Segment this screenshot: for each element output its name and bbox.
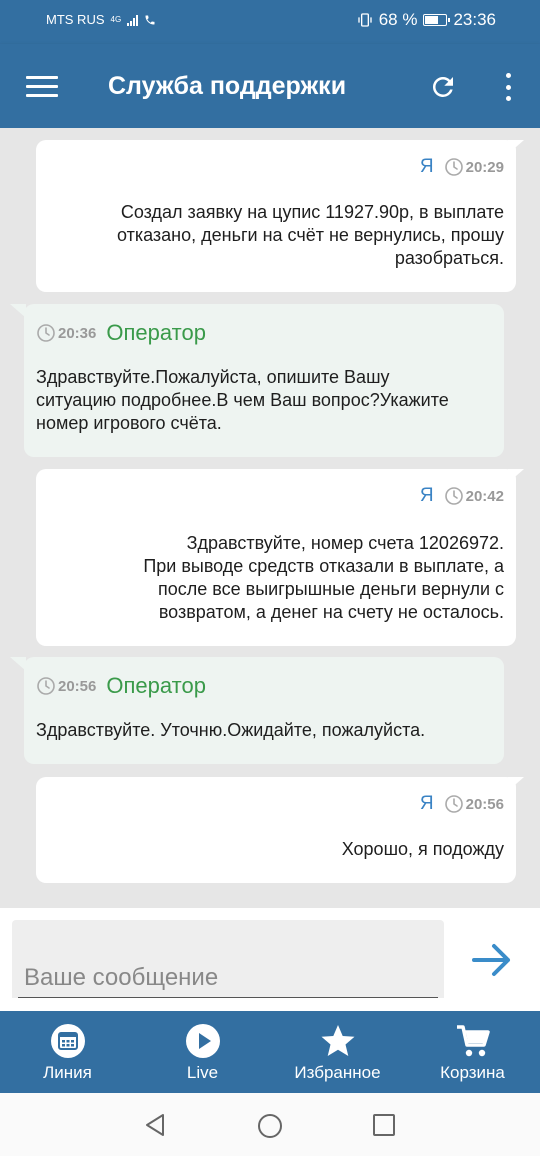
message-time: 20:56 xyxy=(36,676,96,696)
battery-percent: 68 % xyxy=(378,10,418,29)
bottom-navigation: Линия Live Избранное Корзина xyxy=(0,1011,540,1093)
more-vertical-icon[interactable] xyxy=(496,72,520,102)
message-meta: Я 20:42 xyxy=(420,485,504,507)
chat-messages: Я 20:29 Создал заявку на цупис 11927.90р, … xyxy=(0,128,540,908)
message-text: Хорошо, я подожду xyxy=(64,838,504,861)
nav-favorites-label: Избранное xyxy=(294,1063,381,1082)
message-time: 20:56 xyxy=(444,794,504,814)
message-time-text: 20:56 xyxy=(58,677,97,695)
message-input[interactable]: Ваше сообщение xyxy=(12,920,444,998)
clock-icon xyxy=(444,795,463,813)
message-text: Создал заявку на цупис 11927.90р, в выпл… xyxy=(64,201,504,270)
my-message-bubble: Я 20:42 Здравствуйте, номер счета 12026972… xyxy=(36,469,524,646)
message-line: При выводе средств отказали в выплате, а xyxy=(143,556,504,576)
battery-icon xyxy=(423,14,451,26)
message-line: разобраться. xyxy=(394,248,504,268)
nav-live[interactable]: Live xyxy=(135,1011,270,1093)
message-line: Здравствуйте.Пожалуйста, опишите Вашу xyxy=(36,367,390,387)
input-underline xyxy=(18,997,438,998)
compose-bar: Ваше сообщение xyxy=(0,908,540,1011)
app-bar: Служба поддержки xyxy=(0,44,540,128)
message-sender: Я xyxy=(419,793,434,814)
message-time: 20:29 xyxy=(444,157,504,177)
cart-icon xyxy=(456,1025,490,1057)
vibrate-icon xyxy=(358,13,372,27)
message-sender: Я xyxy=(419,156,434,177)
status-right: 68 % 23:36 xyxy=(357,10,496,30)
message-text: Здравствуйте, номер счета 12026972. При в… xyxy=(64,532,504,624)
system-navigation xyxy=(0,1093,540,1156)
message-meta: Я 20:56 xyxy=(420,793,504,815)
message-line: возвратом, а денег на счету не осталось. xyxy=(158,602,504,622)
message-time-text: 20:56 xyxy=(465,795,504,813)
back-icon[interactable] xyxy=(143,1113,167,1137)
carrier-name: MTS RUS xyxy=(46,12,105,27)
message-line: Хорошо, я подожду xyxy=(341,839,504,859)
home-icon[interactable] xyxy=(257,1113,283,1139)
clock-icon xyxy=(444,158,463,176)
message-time-text: 20:29 xyxy=(465,158,504,176)
status-bar: MTS RUS 4G 68 % 23:36 xyxy=(0,0,540,44)
nav-cart-label: Корзина xyxy=(440,1063,505,1082)
nav-line[interactable]: Линия xyxy=(0,1011,135,1093)
message-time-text: 20:36 xyxy=(58,324,97,342)
nav-favorites[interactable]: Избранное xyxy=(270,1011,405,1093)
message-text: Здравствуйте. Уточню.Ожидайте, пожалуйст… xyxy=(36,719,506,742)
message-meta: 20:56 Оператор xyxy=(36,673,206,699)
my-message-bubble: Я 20:56 Хорошо, я подожду xyxy=(36,777,524,883)
network-type: 4G xyxy=(110,15,122,24)
message-time: 20:36 xyxy=(36,323,96,343)
recents-icon[interactable] xyxy=(372,1113,396,1137)
clock-icon xyxy=(37,677,55,695)
message-text: Здравствуйте.Пожалуйста, опишите Вашу сит… xyxy=(36,366,506,435)
battery-fill xyxy=(425,16,439,24)
clock-icon xyxy=(444,487,463,505)
clock-time: 23:36 xyxy=(453,10,496,29)
message-time-text: 20:42 xyxy=(465,487,504,505)
message-line: ситуацию подробнее.В чем Ваш вопрос?Укаж… xyxy=(36,390,449,410)
message-meta: Я 20:29 xyxy=(420,156,504,178)
message-line: после все выигрышные деньги вернули с xyxy=(158,579,504,599)
message-line: Здравствуйте, номер счета 12026972. xyxy=(186,533,504,553)
message-input-placeholder: Ваше сообщение xyxy=(24,964,219,991)
my-message-bubble: Я 20:29 Создал заявку на цупис 11927.90р, … xyxy=(36,140,524,292)
play-icon xyxy=(185,1024,220,1058)
message-sender: Я xyxy=(419,485,434,506)
clock-icon xyxy=(37,324,55,342)
calendar-icon xyxy=(50,1024,85,1058)
operator-message-bubble: 20:56 Оператор Здравствуйте. Уточню.Ожидай… xyxy=(10,657,506,764)
message-meta: 20:36 Оператор xyxy=(36,320,206,346)
nav-cart[interactable]: Корзина xyxy=(405,1011,540,1093)
arrow-right-icon[interactable] xyxy=(470,940,514,980)
menu-icon[interactable] xyxy=(26,76,58,98)
star-icon xyxy=(321,1025,354,1056)
message-sender: Оператор xyxy=(106,320,206,345)
refresh-icon[interactable] xyxy=(428,72,458,102)
message-line: отказано, деньги на счёт не вернулись, п… xyxy=(116,225,504,245)
nav-line-label: Линия xyxy=(43,1063,92,1082)
operator-message-bubble: 20:36 Оператор Здравствуйте.Пожалуйста, оп… xyxy=(10,304,506,457)
message-line: Здравствуйте. Уточню.Ожидайте, пожалуйст… xyxy=(36,720,426,740)
message-line: номер игрового счёта. xyxy=(36,413,222,433)
message-line: Создал заявку на цупис 11927.90р, в выпл… xyxy=(120,202,504,222)
signal-icon xyxy=(127,14,139,26)
page-title: Служба поддержки xyxy=(108,72,347,100)
phone-icon xyxy=(145,15,155,24)
message-time: 20:42 xyxy=(444,486,504,506)
status-left: MTS RUS 4G xyxy=(46,12,156,27)
message-sender: Оператор xyxy=(106,673,206,698)
nav-live-label: Live xyxy=(186,1063,219,1082)
